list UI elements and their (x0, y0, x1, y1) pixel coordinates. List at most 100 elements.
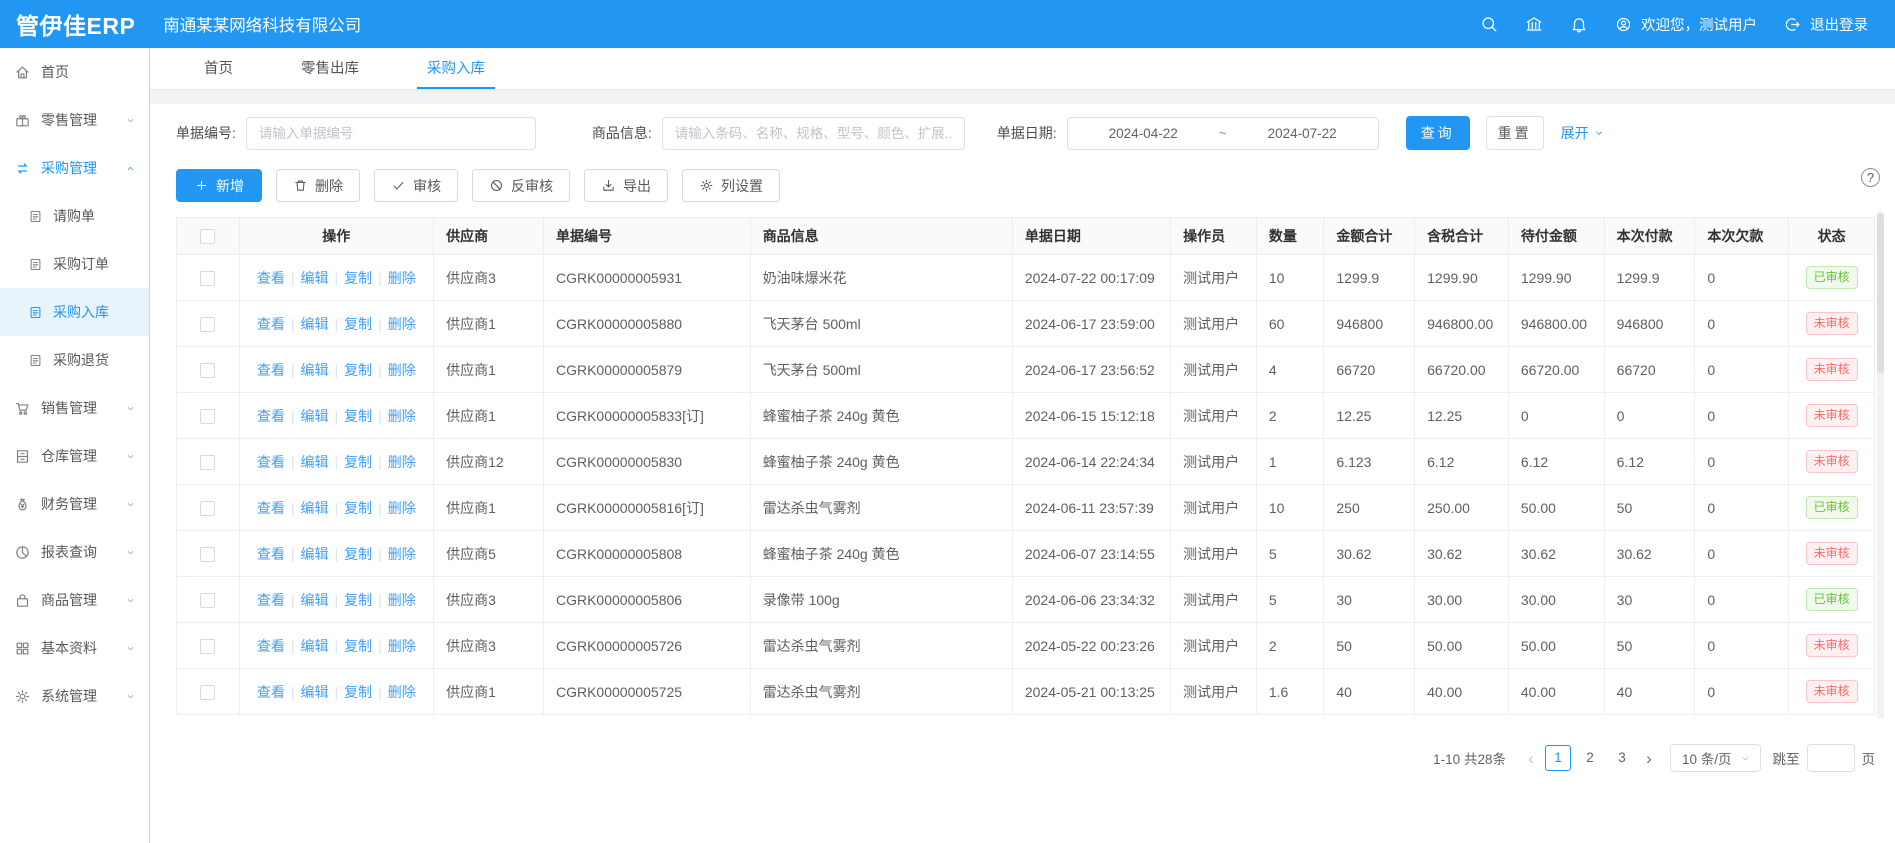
search-button[interactable]: 查询 (1406, 116, 1470, 150)
row-actions: 查看|编辑|复制|删除 (239, 623, 434, 669)
delete-link[interactable]: 删除 (388, 546, 416, 562)
welcome-user[interactable]: 欢迎您，测试用户 (1615, 14, 1757, 35)
edit-link[interactable]: 编辑 (300, 316, 328, 332)
view-link[interactable]: 查看 (257, 592, 285, 608)
view-link[interactable]: 查看 (257, 684, 285, 700)
row-checkbox[interactable] (200, 455, 215, 470)
delete-link[interactable]: 删除 (388, 362, 416, 378)
copy-link[interactable]: 复制 (344, 316, 372, 332)
delete-link[interactable]: 删除 (388, 592, 416, 608)
reset-button[interactable]: 重置 (1486, 116, 1544, 150)
delete-link[interactable]: 删除 (388, 270, 416, 286)
tab-purchase-inbound[interactable]: 采购入库 (417, 48, 495, 89)
sidebar-item-goods[interactable]: 商品管理 (0, 576, 149, 624)
app-logo[interactable]: 管伊佳ERP (16, 7, 135, 41)
row-checkbox[interactable] (200, 271, 215, 286)
view-link[interactable]: 查看 (257, 316, 285, 332)
delete-link[interactable]: 删除 (388, 454, 416, 470)
view-link[interactable]: 查看 (257, 546, 285, 562)
edit-link[interactable]: 编辑 (300, 592, 328, 608)
copy-link[interactable]: 复制 (344, 270, 372, 286)
page-number-2[interactable]: 2 (1577, 745, 1603, 771)
page-number-3[interactable]: 3 (1609, 745, 1635, 771)
edit-link[interactable]: 编辑 (300, 408, 328, 424)
sidebar-item-retail[interactable]: 零售管理 (0, 96, 149, 144)
audit-button[interactable]: 审核 (374, 169, 458, 202)
expand-toggle[interactable]: 展开 (1561, 123, 1605, 143)
page-size-select[interactable]: 10 条/页 (1670, 744, 1761, 772)
edit-link[interactable]: 编辑 (300, 270, 328, 286)
sidebar-item-system[interactable]: 系统管理 (0, 672, 149, 720)
sidebar-item-purchase-inbound[interactable]: 采购入库 (0, 288, 149, 336)
sidebar-item-home[interactable]: 首页 (0, 48, 149, 96)
copy-link[interactable]: 复制 (344, 592, 372, 608)
view-link[interactable]: 查看 (257, 638, 285, 654)
tab-home[interactable]: 首页 (194, 48, 243, 89)
delete-link[interactable]: 删除 (388, 684, 416, 700)
goods-info-input[interactable] (662, 117, 965, 150)
view-link[interactable]: 查看 (257, 362, 285, 378)
delete-link[interactable]: 删除 (388, 408, 416, 424)
sidebar-item-warehouse[interactable]: 仓库管理 (0, 432, 149, 480)
row-checkbox[interactable] (200, 639, 215, 654)
tab-retail-outbound[interactable]: 零售出库 (291, 48, 369, 89)
jump-page-input[interactable] (1807, 744, 1855, 772)
edit-link[interactable]: 编辑 (300, 500, 328, 516)
edit-link[interactable]: 编辑 (300, 546, 328, 562)
sidebar-item-purchase-order[interactable]: 采购订单 (0, 240, 149, 288)
row-checkbox[interactable] (200, 685, 215, 700)
next-page-button[interactable]: › (1638, 750, 1660, 767)
row-checkbox[interactable] (200, 547, 215, 562)
sidebar-item-basic-data[interactable]: 基本资料 (0, 624, 149, 672)
logout-button[interactable]: 退出登录 (1784, 14, 1868, 35)
row-checkbox[interactable] (200, 501, 215, 516)
copy-link[interactable]: 复制 (344, 638, 372, 654)
copy-link[interactable]: 复制 (344, 408, 372, 424)
copy-link[interactable]: 复制 (344, 454, 372, 470)
sidebar: 首页 零售管理 采购管理 请购单 采购订单 采购入库 采购退货 销售管理 (0, 48, 150, 843)
bank-icon[interactable] (1525, 15, 1543, 33)
sidebar-item-purchase[interactable]: 采购管理 (0, 144, 149, 192)
sidebar-item-report[interactable]: 报表查询 (0, 528, 149, 576)
select-all-checkbox[interactable] (200, 229, 215, 244)
row-checkbox[interactable] (200, 317, 215, 332)
view-link[interactable]: 查看 (257, 408, 285, 424)
qty-cell: 1.6 (1256, 669, 1324, 715)
column-settings-button[interactable]: 列设置 (682, 169, 780, 202)
view-link[interactable]: 查看 (257, 270, 285, 286)
table-scrollbar[interactable] (1877, 211, 1884, 719)
bell-icon[interactable] (1570, 15, 1588, 33)
sidebar-item-purchase-request[interactable]: 请购单 (0, 192, 149, 240)
edit-link[interactable]: 编辑 (300, 638, 328, 654)
search-icon[interactable] (1480, 15, 1498, 33)
edit-link[interactable]: 编辑 (300, 454, 328, 470)
view-link[interactable]: 查看 (257, 500, 285, 516)
row-checkbox[interactable] (200, 593, 215, 608)
sidebar-item-sales[interactable]: 销售管理 (0, 384, 149, 432)
copy-link[interactable]: 复制 (344, 362, 372, 378)
copy-link[interactable]: 复制 (344, 500, 372, 516)
prev-page-button[interactable]: ‹ (1520, 750, 1542, 767)
copy-link[interactable]: 复制 (344, 684, 372, 700)
add-button[interactable]: 新增 (176, 169, 262, 202)
view-link[interactable]: 查看 (257, 454, 285, 470)
unaudit-button[interactable]: 反审核 (472, 169, 570, 202)
export-button[interactable]: 导出 (584, 169, 668, 202)
date-range-picker[interactable]: 2024-04-22 ~ 2024-07-22 (1067, 117, 1379, 150)
owed-cell: 0 (1695, 623, 1789, 669)
copy-link[interactable]: 复制 (344, 546, 372, 562)
sidebar-item-purchase-return[interactable]: 采购退货 (0, 336, 149, 384)
delete-link[interactable]: 删除 (388, 316, 416, 332)
help-icon[interactable]: ? (1861, 168, 1880, 187)
page-number-1[interactable]: 1 (1545, 745, 1571, 771)
row-checkbox[interactable] (200, 409, 215, 424)
delete-link[interactable]: 删除 (388, 500, 416, 516)
row-checkbox[interactable] (200, 363, 215, 378)
scrollbar-thumb[interactable] (1877, 213, 1884, 373)
delete-button[interactable]: 删除 (276, 169, 360, 202)
delete-link[interactable]: 删除 (388, 638, 416, 654)
edit-link[interactable]: 编辑 (300, 362, 328, 378)
edit-link[interactable]: 编辑 (300, 684, 328, 700)
bill-no-input[interactable] (246, 117, 536, 150)
sidebar-item-finance[interactable]: 财务管理 (0, 480, 149, 528)
